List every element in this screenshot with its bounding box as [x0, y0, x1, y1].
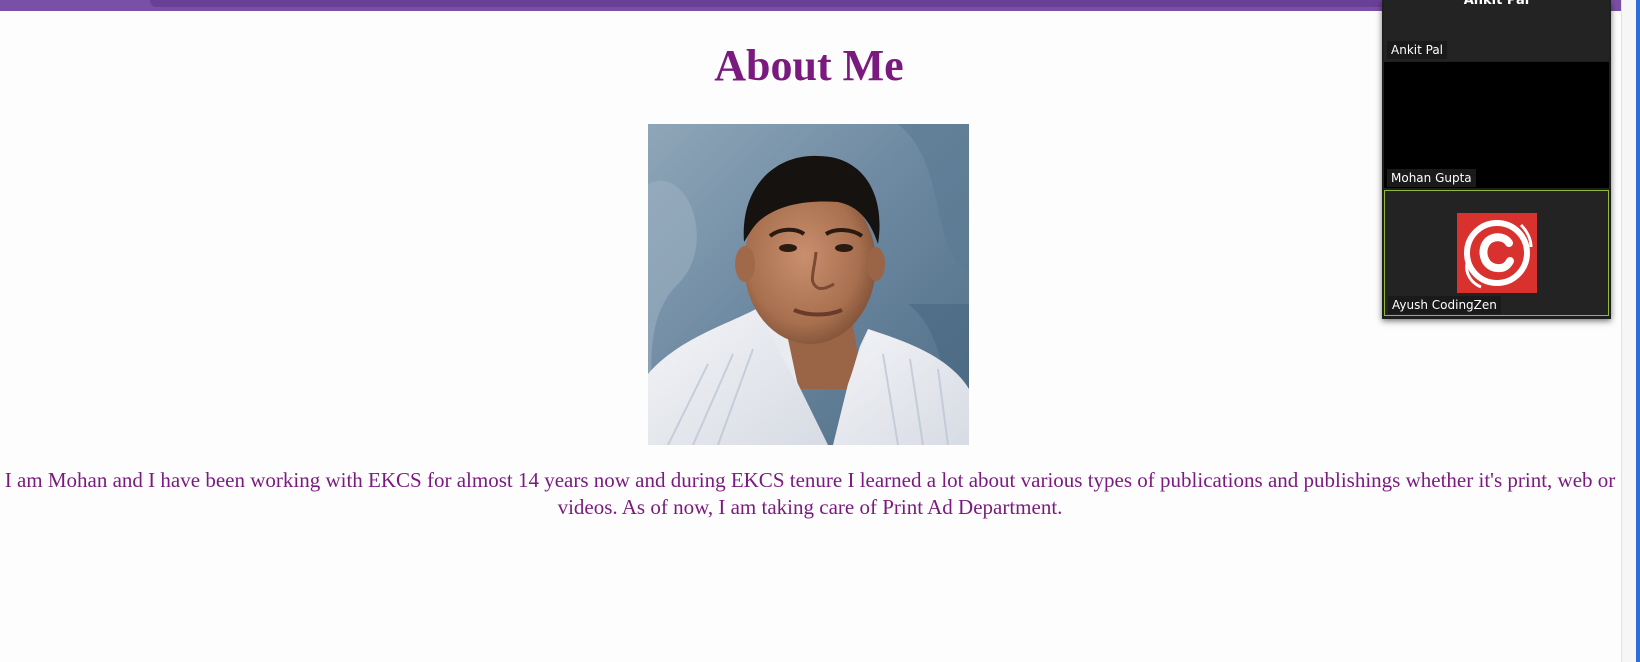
copyright-c-logo-icon [1457, 213, 1537, 293]
scrollbar-thumb[interactable] [1621, 0, 1636, 662]
participant-tile-mohan[interactable]: Mohan Gupta [1384, 62, 1609, 188]
participant-tile-ankit[interactable]: Ankit Pal Ankit Pal [1384, 0, 1609, 61]
avatar-logo-graphic [1457, 213, 1537, 293]
profile-photo-image [648, 124, 969, 445]
page-title: About Me [714, 41, 904, 90]
participant-name-label: Ankit Pal [1387, 41, 1448, 59]
meeting-participants-panel[interactable]: Ankit Pal Ankit Pal Mohan Gupta Ayush Co… [1382, 0, 1611, 319]
participant-top-caption: Ankit Pal [1463, 0, 1530, 8]
top-band-tab [150, 0, 1390, 7]
bio-paragraph: I am Mohan and I have been working with … [4, 468, 1616, 519]
participant-name-label: Ayush CodingZen [1388, 296, 1501, 314]
profile-photo [648, 124, 969, 445]
participant-tile-ayush[interactable]: Ayush CodingZen [1384, 190, 1609, 316]
screen: About Me I am Mohan and I have been work… [0, 0, 1640, 662]
vertical-scrollbar[interactable] [1621, 0, 1640, 662]
window-edge-accent [1636, 0, 1640, 662]
participant-name-label: Mohan Gupta [1387, 169, 1476, 187]
